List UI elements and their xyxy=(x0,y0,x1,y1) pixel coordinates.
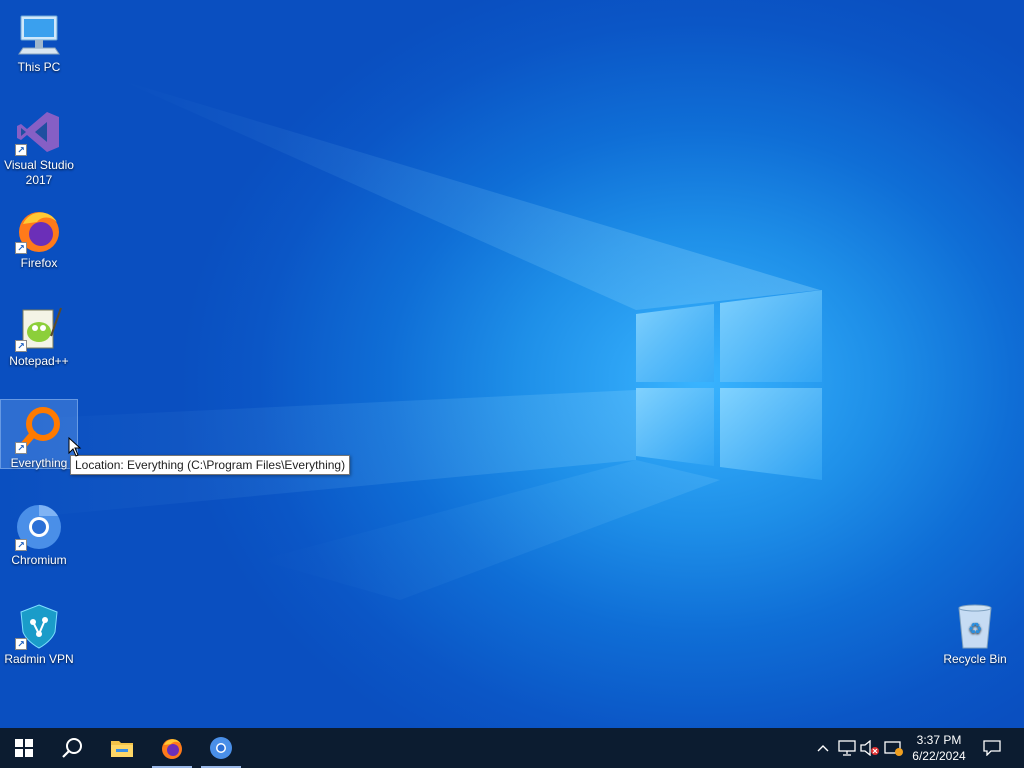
shortcut-arrow-icon: ↗ xyxy=(15,144,27,156)
chevron-up-icon xyxy=(817,745,829,752)
firefox-icon xyxy=(162,739,182,759)
notepad-plus-plus-desktop-icon[interactable]: ↗ Notepad++ xyxy=(1,298,77,369)
clock-date: 6/22/2024 xyxy=(912,749,966,763)
file-explorer-icon xyxy=(111,741,133,757)
network-tray-button[interactable] xyxy=(836,728,858,768)
radmin-vpn-icon: ↗ xyxy=(15,602,63,650)
windows-logo-wallpaper xyxy=(636,290,822,480)
shortcut-arrow-icon: ↗ xyxy=(15,242,27,254)
visual-studio-desktop-icon[interactable]: ↗ Visual Studio 2017 xyxy=(1,102,77,188)
volume-muted-icon xyxy=(860,740,879,756)
chromium-label: Chromium xyxy=(11,553,67,567)
visual-studio-icon: ↗ xyxy=(15,108,63,156)
shortcut-arrow-icon: ↗ xyxy=(15,539,27,551)
chromium-taskbar-button[interactable] xyxy=(197,728,245,768)
this-pc-label: This PC xyxy=(17,60,61,74)
recycle-bin-desktop-icon[interactable]: ♻ Recycle Bin xyxy=(937,596,1013,667)
chromium-desktop-icon[interactable]: ↗ Chromium xyxy=(1,497,77,568)
taskbar: 3:37 PM 6/22/2024 xyxy=(0,728,1024,768)
volume-tray-button[interactable] xyxy=(859,728,881,768)
firefox-label: Firefox xyxy=(20,256,58,270)
search-button[interactable] xyxy=(48,728,96,768)
notification-icon xyxy=(983,740,1001,756)
everything-search-icon: ↗ xyxy=(15,406,63,454)
visual-studio-label: Visual Studio 2017 xyxy=(4,158,74,187)
wallpaper-light-beams xyxy=(0,80,820,600)
monitor-warning-icon xyxy=(884,741,903,756)
chromium-icon xyxy=(210,737,232,759)
chromium-icon: ↗ xyxy=(15,503,63,551)
desktop[interactable]: This PC ↗ Visual Studio 2017 ↗ Firefox ↗… xyxy=(0,0,1024,728)
recycle-bin-label: Recycle Bin xyxy=(943,652,1007,666)
recycle-bin-icon: ♻ xyxy=(951,602,999,650)
clock-time: 3:37 PM xyxy=(916,733,962,747)
location-tooltip: Location: Everything (C:\Program Files\E… xyxy=(70,455,351,475)
everything-desktop-icon[interactable]: ↗ Everything xyxy=(0,399,78,470)
show-hidden-icons-button[interactable] xyxy=(812,728,834,768)
firefox-taskbar-button[interactable] xyxy=(148,728,196,768)
firefox-desktop-icon[interactable]: ↗ Firefox xyxy=(1,200,77,271)
search-icon xyxy=(62,738,82,758)
radmin-vpn-label: Radmin VPN xyxy=(4,652,74,666)
start-icon xyxy=(15,739,33,757)
radmin-vpn-desktop-icon[interactable]: ↗ Radmin VPN xyxy=(1,596,77,667)
firefox-icon: ↗ xyxy=(15,206,63,254)
computer-icon xyxy=(15,10,63,58)
action-center-button[interactable] xyxy=(980,728,1004,768)
taskbar-clock[interactable]: 3:37 PM 6/22/2024 xyxy=(904,732,974,764)
file-explorer-button[interactable] xyxy=(98,728,146,768)
mouse-cursor-icon xyxy=(68,437,82,457)
notepad-plus-plus-label: Notepad++ xyxy=(9,354,69,368)
shortcut-arrow-icon: ↗ xyxy=(15,340,27,352)
notepad-plus-plus-icon: ↗ xyxy=(15,304,63,352)
this-pc-desktop-icon[interactable]: This PC xyxy=(1,4,77,75)
shortcut-arrow-icon: ↗ xyxy=(15,442,27,454)
network-icon xyxy=(838,740,856,756)
svg-text:♻: ♻ xyxy=(968,619,982,638)
everything-label: Everything xyxy=(10,456,68,470)
security-tray-button[interactable] xyxy=(883,728,905,768)
start-button[interactable] xyxy=(0,728,48,768)
shortcut-arrow-icon: ↗ xyxy=(15,638,27,650)
